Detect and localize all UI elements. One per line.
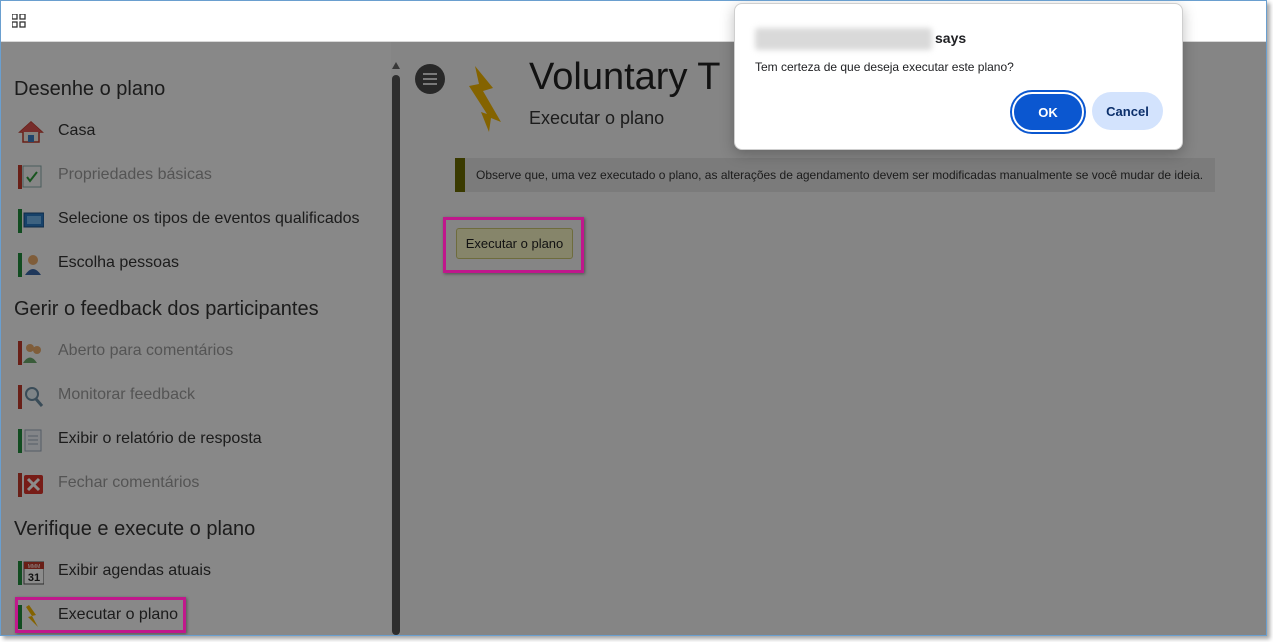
annotation-highlight-sidebar <box>15 597 186 633</box>
browser-window: Desenhe o plano Casa Propriedades básica… <box>0 0 1267 636</box>
confirm-dialog: says Tem certeza de que deseja executar … <box>734 3 1183 150</box>
app-grid-icon[interactable] <box>12 14 26 28</box>
cancel-button[interactable]: Cancel <box>1092 92 1163 130</box>
dialog-message: Tem certeza de que deseja executar este … <box>755 60 1014 74</box>
ok-button[interactable]: OK <box>1010 90 1086 134</box>
dialog-origin-blurred <box>755 28 932 50</box>
dialog-says-label: says <box>935 30 967 46</box>
annotation-highlight-button <box>443 217 584 273</box>
